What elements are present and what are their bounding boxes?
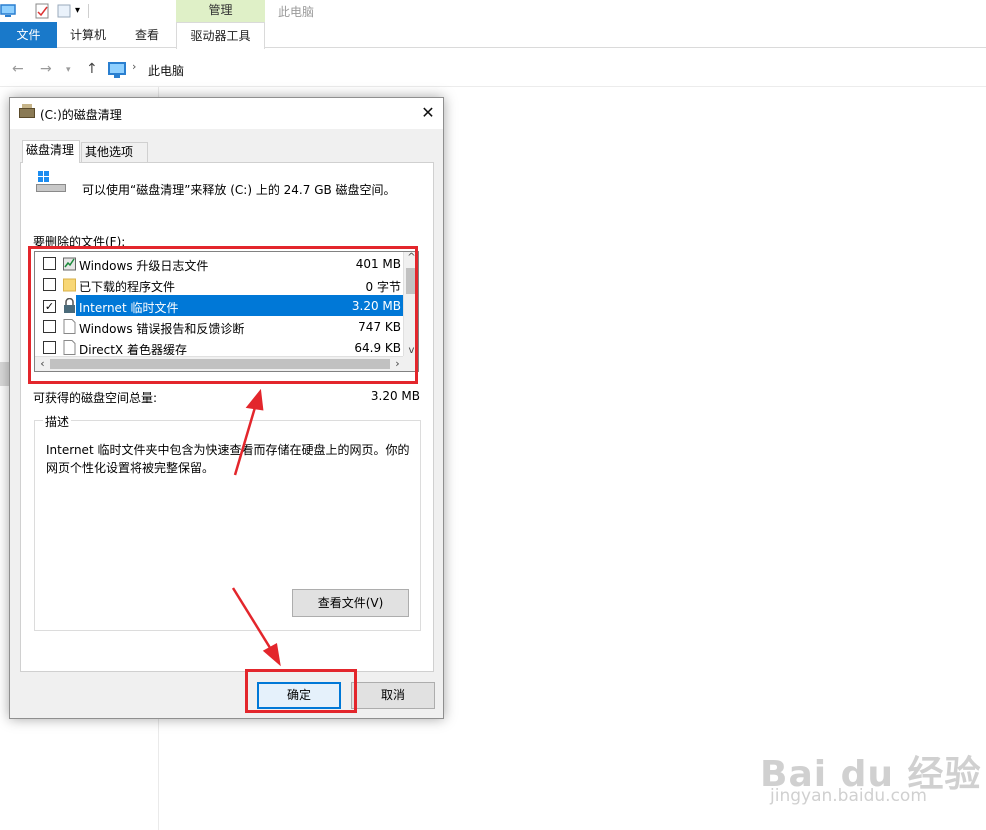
tab-disk-cleanup[interactable]: 磁盘清理 [22, 140, 80, 163]
annotation-arrows [231, 388, 281, 667]
arrow-to-list [233, 388, 264, 476]
arrow-to-ok [231, 587, 281, 667]
